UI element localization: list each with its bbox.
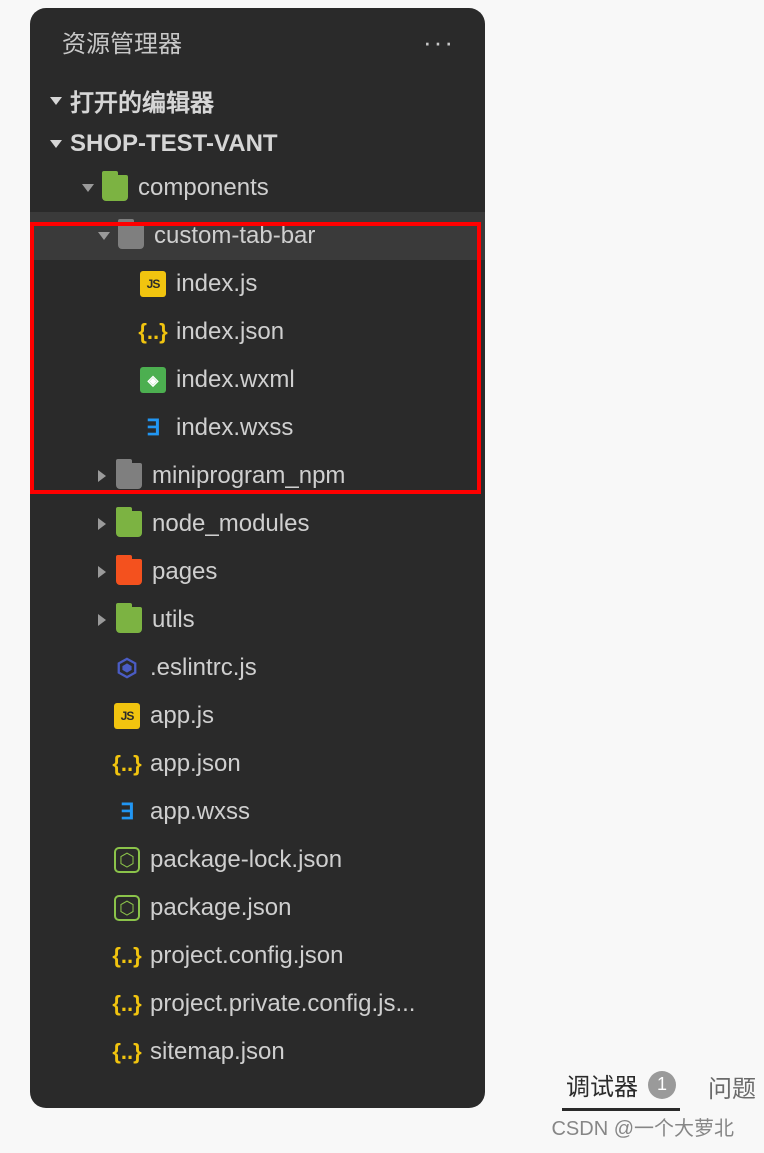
tree-file-package-lock[interactable]: ⬡ package-lock.json [30, 836, 485, 884]
wxss-file-icon: ∃ [114, 799, 140, 825]
project-label: SHOP-TEST-VANT [70, 130, 278, 158]
badge-count: 1 [648, 1071, 676, 1099]
tree-label: package-lock.json [150, 846, 342, 874]
npm-file-icon: ⬡ [114, 847, 140, 873]
folder-orange-icon [116, 559, 142, 585]
chevron-right-icon [98, 566, 106, 578]
tree-folder-custom-tab-bar[interactable]: custom-tab-bar [30, 212, 485, 260]
open-editors-label: 打开的编辑器 [70, 83, 214, 118]
tree-file-sitemap[interactable]: {..} sitemap.json [30, 1028, 485, 1076]
tree-label: project.private.config.js... [150, 990, 415, 1018]
folder-green-icon [102, 175, 128, 201]
caret-down-icon [50, 140, 62, 148]
tree-file-eslintrc[interactable]: .eslintrc.js [30, 644, 485, 692]
json-file-icon: {..} [114, 943, 140, 969]
panel-header: 资源管理器 ··· [30, 8, 485, 77]
chevron-right-icon [98, 470, 106, 482]
npm-file-icon: ⬡ [114, 895, 140, 921]
file-tree: components custom-tab-bar JS index.js {.… [30, 164, 485, 1076]
tree-folder-node-modules[interactable]: node_modules [30, 500, 485, 548]
project-section[interactable]: SHOP-TEST-VANT [30, 124, 485, 164]
tab-label: 调试器 [566, 1067, 638, 1102]
tab-problems[interactable]: 问题 [704, 1063, 760, 1110]
folder-green-icon [116, 511, 142, 537]
folder-grey-icon [118, 223, 144, 249]
tree-label: .eslintrc.js [150, 654, 257, 682]
tree-label: node_modules [152, 510, 309, 538]
chevron-down-icon [82, 184, 94, 192]
js-file-icon: JS [114, 703, 140, 729]
tree-file-index-wxss[interactable]: ∃ index.wxss [30, 404, 485, 452]
tree-file-app-js[interactable]: JS app.js [30, 692, 485, 740]
explorer-panel: 资源管理器 ··· 打开的编辑器 SHOP-TEST-VANT componen… [30, 8, 485, 1108]
tree-folder-components[interactable]: components [30, 164, 485, 212]
tree-label: app.js [150, 702, 214, 730]
tree-label: app.wxss [150, 798, 250, 826]
tree-file-project-config[interactable]: {..} project.config.json [30, 932, 485, 980]
tree-file-index-js[interactable]: JS index.js [30, 260, 485, 308]
tab-label: 问题 [708, 1069, 756, 1104]
folder-green-icon [116, 607, 142, 633]
tree-folder-utils[interactable]: utils [30, 596, 485, 644]
json-file-icon: {..} [114, 991, 140, 1017]
more-icon[interactable]: ··· [423, 29, 455, 55]
tree-label: utils [152, 606, 195, 634]
tree-label: index.wxml [176, 366, 295, 394]
wxss-file-icon: ∃ [140, 415, 166, 441]
wxml-file-icon: ◈ [140, 367, 166, 393]
tree-label: miniprogram_npm [152, 462, 345, 490]
tab-debugger[interactable]: 调试器 1 [562, 1061, 680, 1111]
tree-label: index.wxss [176, 414, 293, 442]
tree-file-project-private[interactable]: {..} project.private.config.js... [30, 980, 485, 1028]
chevron-down-icon [98, 232, 110, 240]
tree-folder-pages[interactable]: pages [30, 548, 485, 596]
json-file-icon: {..} [140, 319, 166, 345]
tree-file-package-json[interactable]: ⬡ package.json [30, 884, 485, 932]
tree-label: index.js [176, 270, 257, 298]
tree-label: sitemap.json [150, 1038, 285, 1066]
tree-file-app-wxss[interactable]: ∃ app.wxss [30, 788, 485, 836]
js-file-icon: JS [140, 271, 166, 297]
tree-file-index-wxml[interactable]: ◈ index.wxml [30, 356, 485, 404]
tree-label: app.json [150, 750, 241, 778]
panel-title: 资源管理器 [62, 24, 182, 59]
tree-label: custom-tab-bar [154, 222, 315, 250]
watermark-text: CSDN @一个大萝北 [551, 1112, 734, 1141]
tree-label: index.json [176, 318, 284, 346]
chevron-right-icon [98, 518, 106, 530]
tree-label: package.json [150, 894, 291, 922]
open-editors-section[interactable]: 打开的编辑器 [30, 77, 485, 124]
folder-grey-icon [116, 463, 142, 489]
tree-label: components [138, 174, 269, 202]
tree-folder-miniprogram-npm[interactable]: miniprogram_npm [30, 452, 485, 500]
caret-down-icon [50, 97, 62, 105]
json-file-icon: {..} [114, 1039, 140, 1065]
tree-label: pages [152, 558, 217, 586]
bottom-tabs: 调试器 1 问题 [562, 1061, 760, 1111]
chevron-right-icon [98, 614, 106, 626]
eslint-file-icon [114, 655, 140, 681]
tree-label: project.config.json [150, 942, 343, 970]
tree-file-app-json[interactable]: {..} app.json [30, 740, 485, 788]
tree-file-index-json[interactable]: {..} index.json [30, 308, 485, 356]
json-file-icon: {..} [114, 751, 140, 777]
